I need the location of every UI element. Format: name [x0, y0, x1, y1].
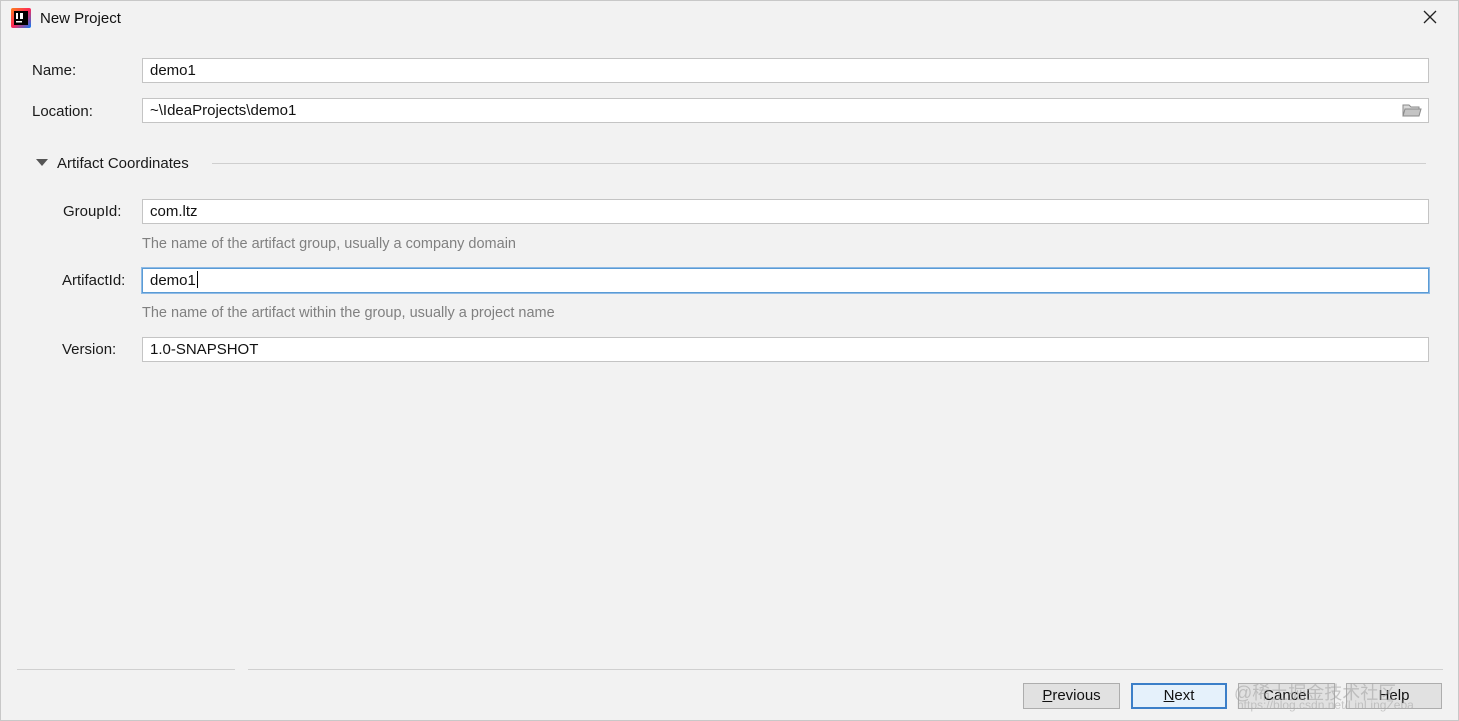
expand-triangle-icon[interactable]	[36, 158, 48, 168]
artifact-id-input-value: demo1	[150, 272, 196, 289]
location-input-value: ~\IdeaProjects\demo1	[150, 102, 297, 119]
next-mnemonic: N	[1163, 687, 1175, 704]
location-label: Location:	[32, 103, 93, 120]
section-title-artifact-coordinates[interactable]: Artifact Coordinates	[57, 155, 189, 172]
folder-icon[interactable]	[1402, 103, 1422, 118]
cancel-button[interactable]: Cancel	[1238, 683, 1335, 709]
intellij-app-icon	[11, 8, 31, 28]
footer-divider-right	[248, 669, 1443, 670]
version-label: Version:	[62, 341, 117, 358]
footer-divider-left	[17, 669, 235, 670]
dialog-title: New Project	[40, 10, 121, 27]
name-input-value: demo1	[150, 62, 196, 79]
previous-mnemonic: P	[1042, 687, 1053, 704]
name-label: Name:	[32, 62, 77, 79]
version-input-value: 1.0-SNAPSHOT	[150, 341, 259, 358]
help-button[interactable]: Help	[1346, 683, 1442, 709]
previous-label-rest: revious	[1052, 687, 1101, 704]
group-id-label: GroupId:	[63, 203, 122, 220]
artifact-id-hint: The name of the artifact within the grou…	[142, 305, 555, 321]
group-id-input-value: com.ltz	[150, 203, 198, 220]
text-caret	[196, 271, 198, 288]
artifact-id-input[interactable]: demo1	[142, 268, 1429, 293]
previous-button[interactable]: Previous	[1023, 683, 1120, 709]
artifact-id-label: ArtifactId:	[62, 272, 126, 289]
name-input[interactable]: demo1	[142, 58, 1429, 83]
close-icon[interactable]	[1418, 5, 1442, 29]
next-label-rest: ext	[1174, 687, 1195, 704]
title-bar: New Project	[1, 1, 1458, 37]
new-project-dialog: New Project Name: demo1 Location: ~\Idea…	[0, 0, 1459, 721]
group-id-hint: The name of the artifact group, usually …	[142, 236, 516, 252]
group-id-input[interactable]: com.ltz	[142, 199, 1429, 224]
section-divider	[212, 163, 1426, 164]
version-input[interactable]: 1.0-SNAPSHOT	[142, 337, 1429, 362]
next-button[interactable]: Next	[1131, 683, 1227, 709]
location-input[interactable]: ~\IdeaProjects\demo1	[142, 98, 1429, 123]
